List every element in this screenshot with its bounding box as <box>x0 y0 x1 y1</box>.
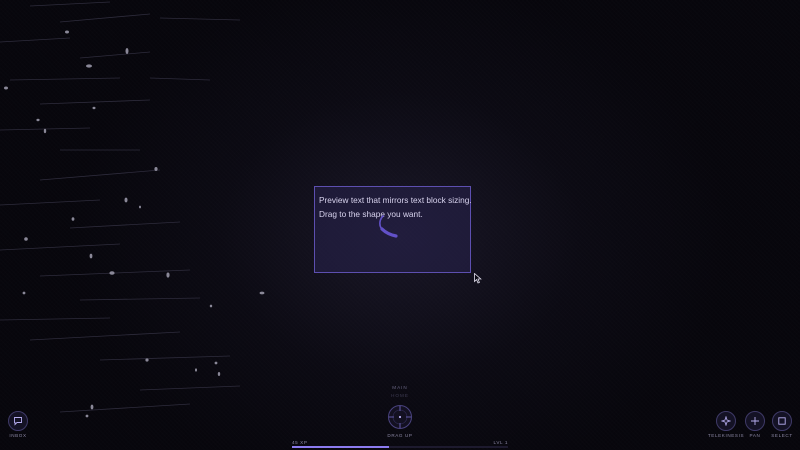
telekinesis-label: TELEKINESIS <box>707 433 745 438</box>
square-select-icon <box>778 417 786 425</box>
sparkle-icon <box>721 416 731 426</box>
drag-up-label: DRAG UP <box>387 433 413 438</box>
mouse-cursor-icon <box>474 273 482 284</box>
pan-button[interactable] <box>745 411 765 431</box>
select-button[interactable] <box>772 411 792 431</box>
mode-main-label: MAIN <box>392 385 408 390</box>
inbox-label: INBOX <box>9 433 27 438</box>
pan-label: PAN <box>749 433 761 438</box>
preview-line-1: Preview text that mirrors text block siz… <box>319 195 472 205</box>
inbox-button[interactable] <box>8 411 28 431</box>
level-label: LVL 1 <box>493 440 508 445</box>
chat-bubble-icon <box>14 417 22 426</box>
loading-spinner-icon <box>379 215 398 238</box>
drag-handle-reticle-icon[interactable] <box>387 404 413 430</box>
xp-label: 45 XP <box>292 440 308 445</box>
xp-progress-bar <box>292 446 508 448</box>
telekinesis-button[interactable] <box>716 411 736 431</box>
select-label: SELECT <box>771 433 793 438</box>
mode-home-label: HOME <box>391 393 409 398</box>
move-cross-icon <box>751 417 759 425</box>
mode-stack: MAIN HOME <box>370 384 430 400</box>
text-block-preview[interactable]: Preview text that mirrors text block siz… <box>314 186 472 273</box>
xp-progress-fill <box>292 446 390 448</box>
